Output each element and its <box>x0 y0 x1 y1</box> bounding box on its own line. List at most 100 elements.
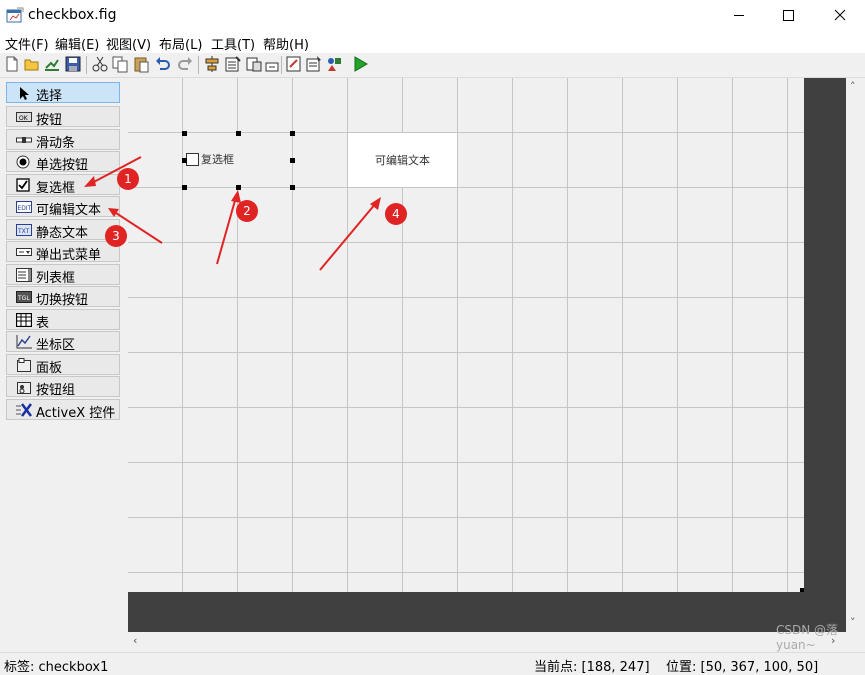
palette-item-label: 坐标区 <box>36 338 76 353</box>
minimize-button[interactable] <box>714 0 764 31</box>
palette-item-label: 列表框 <box>36 271 76 286</box>
palette-item-label: 复选框 <box>36 181 76 196</box>
palette-item-button-group[interactable]: 按钮组 <box>6 376 120 398</box>
table-icon <box>16 313 32 327</box>
status-position: 位置: [50, 367, 100, 50] <box>666 660 819 675</box>
figure-window-icon <box>6 7 24 23</box>
palette-item-label: 滑动条 <box>36 136 76 151</box>
palette-item-label: 表 <box>36 316 50 331</box>
selection-handle[interactable] <box>182 185 187 190</box>
selection-handle[interactable] <box>182 158 187 163</box>
axes-icon <box>16 335 32 349</box>
palette-item-push-button[interactable]: OK 按钮 <box>6 106 120 128</box>
cut-icon[interactable] <box>91 55 109 73</box>
run-icon[interactable] <box>351 55 369 73</box>
palette-item-popup-menu[interactable]: 弹出式菜单 <box>6 241 120 263</box>
palette-item-edit-text[interactable]: EDIT 可编辑文本 <box>6 196 120 218</box>
palette-item-checkbox[interactable]: 复选框 <box>6 174 120 196</box>
new-icon[interactable] <box>3 55 21 73</box>
palette-item-slider[interactable]: 滑动条 <box>6 129 120 151</box>
maximize-button[interactable] <box>764 0 814 31</box>
copy-icon[interactable] <box>111 55 129 73</box>
activex-icon <box>16 403 32 417</box>
maximize-icon <box>783 10 794 21</box>
close-icon <box>834 9 846 21</box>
menu-tools[interactable]: 工具(T) <box>211 34 255 53</box>
menu-layout[interactable]: 布局(L) <box>159 34 202 53</box>
save-icon[interactable] <box>43 55 61 73</box>
undo-icon[interactable] <box>154 55 172 73</box>
palette-item-axes[interactable]: 坐标区 <box>6 331 120 353</box>
palette-item-label: ActiveX 控件 <box>36 406 116 421</box>
status-bar: 标签: checkbox1 当前点: [188, 247] 位置: [50, 3… <box>0 652 865 675</box>
palette-item-label: 选择 <box>36 89 63 104</box>
selection-handle[interactable] <box>290 131 295 136</box>
object-browser-icon[interactable] <box>325 55 343 73</box>
palette-item-panel[interactable]: 面板 <box>6 354 120 376</box>
panel-icon <box>17 358 31 372</box>
radio-button-icon <box>16 155 30 169</box>
menu-edit[interactable]: 编辑(E) <box>55 34 99 53</box>
editor-icon[interactable] <box>285 55 303 73</box>
selection-handle[interactable] <box>236 185 241 190</box>
figure-border-right <box>804 78 846 632</box>
selection-handle[interactable] <box>236 131 241 136</box>
align-icon[interactable] <box>203 55 221 73</box>
edit-text-widget[interactable]: 可编辑文本 <box>348 133 457 187</box>
horizontal-scrollbar[interactable]: ‹ › <box>128 632 846 650</box>
annotation-badge-4: 4 <box>385 203 407 225</box>
palette-item-activex[interactable]: ActiveX 控件 <box>6 399 120 421</box>
edit-text-content: 可编辑文本 <box>375 154 430 167</box>
checkbox-label: 复选框 <box>201 153 234 166</box>
save-icon[interactable] <box>64 55 82 73</box>
selection-handle[interactable] <box>182 131 187 136</box>
redo-icon[interactable] <box>176 55 194 73</box>
menu-editor-icon[interactable] <box>224 55 242 73</box>
selection-handle[interactable] <box>290 158 295 163</box>
paste-icon[interactable] <box>132 55 150 73</box>
checkbox-box[interactable] <box>186 153 199 166</box>
open-icon[interactable] <box>23 55 41 73</box>
checkbox-icon <box>16 178 30 192</box>
annotation-badge-2: 2 <box>236 200 258 222</box>
annotation-badge-1: 1 <box>117 168 139 190</box>
push-button-icon: OK <box>16 112 32 122</box>
button-group-icon <box>17 382 31 394</box>
palette-item-static-text[interactable]: TXT 静态文本 <box>6 219 120 241</box>
palette-item-label: 切换按钮 <box>36 293 89 308</box>
menu-file[interactable]: 文件(F) <box>5 34 49 53</box>
svg-text:EDIT: EDIT <box>18 205 32 212</box>
svg-text:TGL: TGL <box>17 295 30 302</box>
listbox-icon <box>16 268 32 282</box>
title-bar: checkbox.fig <box>0 0 865 31</box>
palette-item-listbox[interactable]: 列表框 <box>6 264 120 286</box>
vertical-scrollbar[interactable]: ˄ ˅ <box>846 78 865 632</box>
selection-handle[interactable] <box>290 185 295 190</box>
checkbox-widget[interactable]: 复选框 <box>184 133 292 187</box>
tab-order-icon[interactable] <box>245 55 263 73</box>
palette-item-radio-button[interactable]: 单选按钮 <box>6 151 120 173</box>
palette-item-label: 按钮 <box>36 113 63 128</box>
figure-border-bottom <box>128 592 804 632</box>
palette-item-select[interactable]: 选择 <box>6 82 120 104</box>
scroll-left-icon[interactable]: ‹ <box>133 634 137 647</box>
scroll-up-icon[interactable]: ˄ <box>850 80 856 93</box>
static-text-icon: TXT <box>16 224 32 236</box>
menu-help[interactable]: 帮助(H) <box>263 34 309 53</box>
figure-resize-handle[interactable] <box>800 588 804 592</box>
toolbar-separator <box>86 56 87 74</box>
watermark: CSDN @落yuan~ <box>776 623 839 652</box>
toolbar-separator <box>281 56 282 74</box>
cursor-arrow-icon <box>20 87 29 100</box>
toolbar-editor-icon[interactable] <box>263 55 281 73</box>
property-inspector-icon[interactable] <box>305 55 323 73</box>
menu-view[interactable]: 视图(V) <box>106 34 151 53</box>
palette-item-toggle-button[interactable]: TGL 切换按钮 <box>6 286 120 308</box>
palette-item-label: 按钮组 <box>36 383 76 398</box>
toggle-button-icon: TGL <box>16 291 32 303</box>
palette-item-label: 静态文本 <box>36 226 89 241</box>
palette-item-label: 弹出式菜单 <box>36 248 102 263</box>
palette-item-label: 面板 <box>36 361 63 376</box>
palette-item-table[interactable]: 表 <box>6 309 120 331</box>
close-button[interactable] <box>815 0 865 31</box>
